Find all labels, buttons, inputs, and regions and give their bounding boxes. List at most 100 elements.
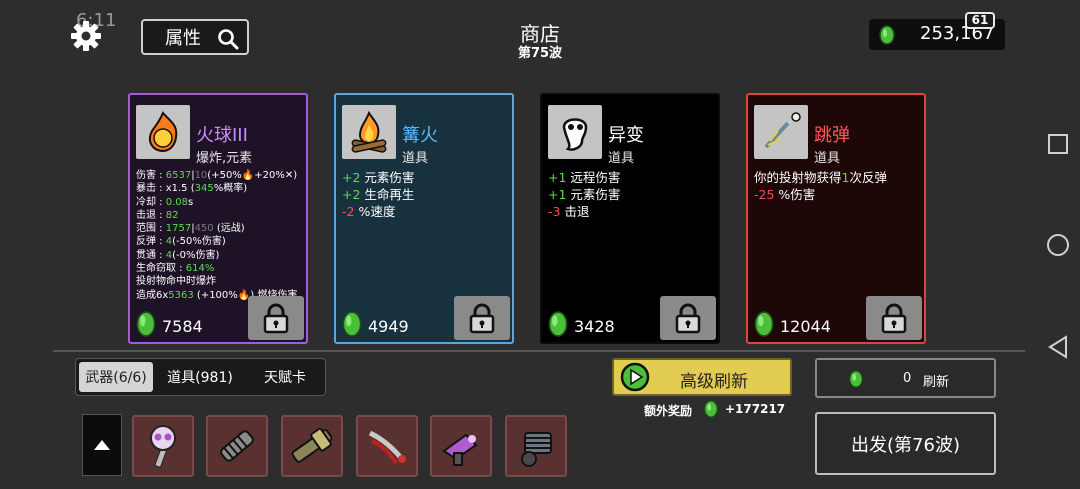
shop-card[interactable]: 火球III 爆炸,元素 伤害 : 6537|10(+50%🔥+20%✕) 暴击 : x…: [128, 93, 308, 344]
stat-line: 投射物命中时爆炸: [136, 275, 302, 288]
spring-gun-icon: [220, 430, 254, 462]
stat-text: (+50%: [207, 170, 242, 181]
stat-text: +2: [342, 170, 361, 185]
claw-weapon-icon: [368, 430, 406, 465]
item-stats: 你的投射物获得1次反弹 -25 %伤害: [754, 169, 920, 203]
battery-indicator: 61: [965, 12, 995, 29]
gem-icon: [136, 311, 156, 337]
stat-text: -25: [754, 187, 775, 202]
item-stats: +1 远程伤害 +1 元素伤害 -3 击退: [548, 169, 714, 220]
stat-text: 暴击 : x1.5 (: [136, 183, 195, 195]
item-price: 12044: [780, 317, 831, 336]
shop-card[interactable]: 跳弹 道具 你的投射物获得1次反弹 -25 %伤害 12044: [746, 93, 926, 344]
stat-text: 伤害 :: [136, 170, 166, 181]
stat-text: 450: [194, 223, 214, 235]
item-icon: [548, 105, 602, 159]
stat-text: %速度: [354, 204, 396, 219]
refresh-label: 刷新: [923, 375, 950, 390]
stat-text: +1: [548, 170, 567, 185]
item-stats: +2 元素伤害 +2 生命再生 -2 %速度: [342, 169, 508, 220]
stat-text: 0.08: [165, 196, 188, 208]
tab-weapons[interactable]: 武器(6/6): [79, 362, 153, 392]
stat-text: 5363: [168, 289, 194, 301]
item-stats: 伤害 : 6537|10(+50%🔥+20%✕) 暴击 : x1.5 (345%概…: [136, 169, 302, 302]
bonus-value: +177217: [725, 402, 786, 416]
skull-staff-icon: [150, 425, 176, 469]
item-name: 火球III: [196, 125, 248, 146]
stat-text: 6537: [165, 170, 192, 181]
stat-text: 1757: [165, 223, 192, 235]
stat-text: 贯通 :: [136, 249, 166, 261]
stat-text: (+100%: [193, 289, 238, 301]
shop-card[interactable]: 篝火 道具 +2 元素伤害 +2 生命再生 -2 %速度 4949: [334, 93, 514, 344]
shop-card[interactable]: 异变 道具 +1 远程伤害 +1 元素伤害 -3 击退 3428: [540, 93, 720, 344]
gem-icon: [849, 370, 863, 388]
stat-text: 冷却 :: [136, 196, 166, 208]
gem-icon: [754, 311, 774, 337]
home-icon[interactable]: [1047, 234, 1069, 256]
stat-line: +1 元素伤害: [548, 186, 714, 203]
stat-text: 生命窃取 :: [136, 263, 186, 275]
lock-button[interactable]: [248, 296, 304, 340]
stat-text: 击退: [560, 204, 590, 219]
tab-items[interactable]: 道具(981): [162, 362, 238, 392]
stat-line: 贯通 : 4(-0%伤害): [136, 249, 302, 262]
lock-button[interactable]: [866, 296, 922, 340]
item-price: 4949: [368, 317, 409, 336]
weapon-slot-2[interactable]: [206, 415, 268, 477]
item-icon: [342, 105, 396, 159]
item-name: 异变: [608, 125, 644, 146]
stat-text: 元素伤害: [360, 170, 415, 185]
stat-line: 伤害 : 6537|10(+50%🔥+20%✕): [136, 169, 302, 182]
fireball-icon: [148, 111, 178, 153]
item-icon: [754, 105, 808, 159]
play-icon: [620, 362, 650, 392]
campfire-icon: [351, 110, 387, 153]
stat-text: 614%: [185, 263, 215, 275]
item-category: 道具: [814, 151, 841, 166]
stat-line: -25 %伤害: [754, 186, 920, 203]
stat-line: +1 远程伤害: [548, 169, 714, 186]
depart-button[interactable]: 出发(第76波): [815, 412, 996, 475]
advanced-refresh-label: 高级刷新: [680, 372, 748, 392]
stat-text: 元素伤害: [566, 187, 621, 202]
stat-text: (-50%伤害): [172, 236, 226, 248]
weapon-slot-6[interactable]: [505, 415, 567, 477]
bazooka-icon: [291, 427, 333, 463]
stat-text: 范围 :: [136, 223, 166, 235]
recent-apps-icon[interactable]: [1048, 134, 1068, 154]
item-category: 道具: [608, 151, 635, 166]
stat-text: 生命再生: [360, 187, 415, 202]
stat-line: 你的投射物获得1次反弹: [754, 169, 920, 186]
lock-button[interactable]: [660, 296, 716, 340]
ricochet-icon: [764, 112, 801, 149]
stat-text: (-0%伤害): [172, 249, 220, 261]
stat-line: 生命窃取 : 614%: [136, 262, 302, 275]
gem-icon: [342, 311, 362, 337]
back-icon[interactable]: [1047, 335, 1069, 359]
stat-text: +1: [548, 187, 567, 202]
stat-text: 投射物命中时爆炸: [136, 276, 216, 288]
stat-line: -3 击退: [548, 203, 714, 220]
lock-button[interactable]: [454, 296, 510, 340]
weapon-slot-1[interactable]: [132, 415, 194, 477]
weapon-slot-4[interactable]: [356, 415, 418, 477]
stat-line: 范围 : 1757|450 (远战): [136, 222, 302, 235]
weapon-slot-3[interactable]: [281, 415, 343, 477]
stat-text: (远战): [213, 223, 245, 235]
stat-line: 暴击 : x1.5 (345%概率): [136, 182, 302, 195]
refresh-button[interactable]: 0 刷新: [815, 358, 996, 398]
gem-icon: [548, 311, 568, 337]
bonus-reward: 额外奖励 +177217: [644, 400, 785, 419]
weapon-slot-5[interactable]: [430, 415, 492, 477]
stat-line: 冷却 : 0.08s: [136, 196, 302, 209]
lock-icon: [263, 303, 289, 334]
expand-button[interactable]: [82, 414, 122, 476]
tab-talent-cards[interactable]: 天赋卡: [248, 362, 322, 392]
stat-text: -2: [342, 204, 355, 219]
arrow-up-icon: [94, 440, 110, 450]
plasma-gun-icon: [442, 433, 478, 466]
stat-line: +2 生命再生: [342, 186, 508, 203]
lock-icon: [881, 303, 907, 334]
advanced-refresh-button[interactable]: 高级刷新: [612, 358, 792, 396]
